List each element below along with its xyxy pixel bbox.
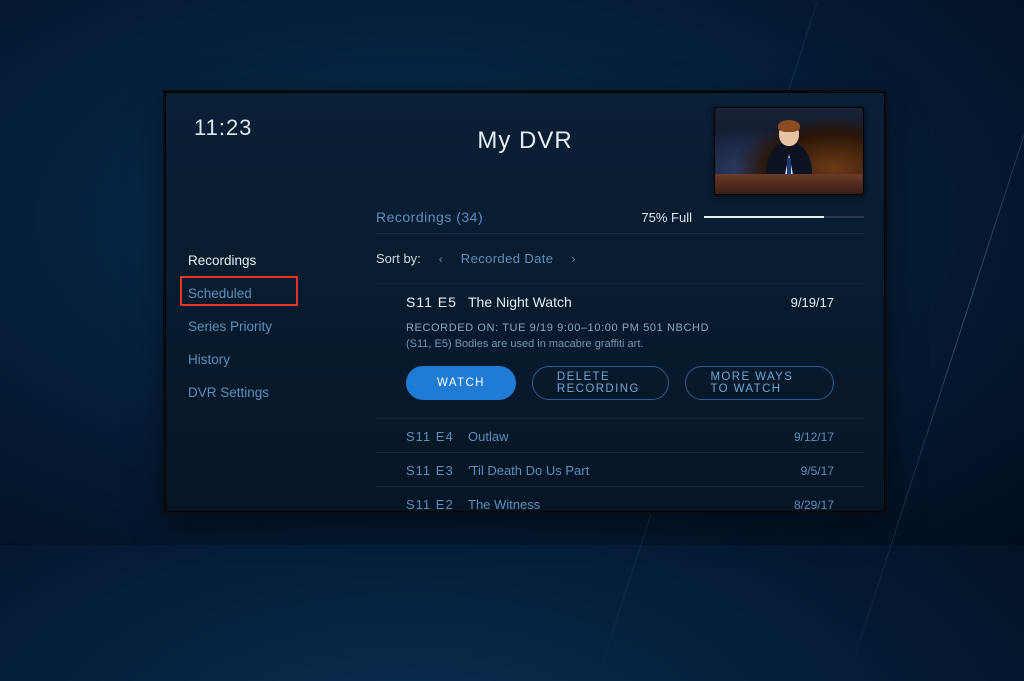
episode-date: 9/5/17 (801, 464, 834, 478)
sidebar-item-scheduled[interactable]: Scheduled (188, 286, 348, 301)
sort-value[interactable]: Recorded Date (461, 251, 554, 266)
sidebar-item-history[interactable]: History (188, 352, 348, 367)
sort-next-icon[interactable]: › (567, 252, 579, 266)
list-item[interactable]: S11 E2 The Witness 8/29/17 (376, 486, 864, 512)
episode-date: 9/19/17 (791, 295, 834, 310)
recordings-list: S11 E5 The Night Watch 9/19/17 RECORDED … (376, 283, 864, 512)
recorded-on-line: RECORDED ON: TUE 9/19 9:00–10:00 PM 501 … (406, 322, 834, 334)
episode-title: 'Til Death Do Us Part (468, 463, 801, 478)
sidebar-item-series-priority[interactable]: Series Priority (188, 319, 348, 334)
delete-recording-button[interactable]: DELETE RECORDING (532, 366, 670, 400)
tv-screen: 11:23 My DVR Recordings (34) 75% Full Re… (165, 92, 885, 512)
list-item-expanded[interactable]: S11 E5 The Night Watch 9/19/17 RECORDED … (376, 283, 864, 418)
episode-date: 8/29/17 (794, 498, 834, 512)
storage-percent-label: 75% Full (641, 210, 692, 225)
header-divider (376, 233, 864, 234)
sidebar: Recordings Scheduled Series Priority His… (188, 253, 348, 400)
episode-date: 9/12/17 (794, 430, 834, 444)
watch-button[interactable]: WATCH (406, 366, 516, 400)
episode-actions: WATCH DELETE RECORDING MORE WAYS TO WATC… (406, 366, 834, 400)
more-ways-to-watch-button[interactable]: MORE WAYS TO WATCH (685, 366, 834, 400)
list-item[interactable]: S11 E3 'Til Death Do Us Part 9/5/17 (376, 452, 864, 486)
episode-title: The Witness (468, 497, 794, 512)
pip-desk (715, 174, 863, 194)
picture-in-picture[interactable] (714, 107, 864, 195)
storage-bar-fill (704, 216, 824, 218)
episode-title: The Night Watch (468, 294, 791, 310)
storage-bar (704, 216, 864, 218)
episode-code: S11 E3 (406, 463, 468, 478)
pip-person (766, 122, 812, 180)
episode-code: S11 E4 (406, 429, 468, 444)
recordings-count-label: Recordings (34) (376, 209, 483, 225)
sort-prev-icon[interactable]: ‹ (435, 252, 447, 266)
episode-description: (S11, E5) Bodies are used in macabre gra… (406, 338, 834, 350)
episode-code: S11 E2 (406, 497, 468, 512)
list-item[interactable]: S11 E4 Outlaw 9/12/17 (376, 418, 864, 452)
episode-title: Outlaw (468, 429, 794, 444)
sort-label: Sort by: (376, 251, 421, 266)
storage-indicator: 75% Full (641, 210, 864, 225)
episode-code: S11 E5 (406, 294, 468, 310)
sort-bar: Sort by: ‹ Recorded Date › (376, 251, 579, 266)
sidebar-item-recordings[interactable]: Recordings (188, 253, 348, 268)
sidebar-item-dvr-settings[interactable]: DVR Settings (188, 385, 348, 400)
